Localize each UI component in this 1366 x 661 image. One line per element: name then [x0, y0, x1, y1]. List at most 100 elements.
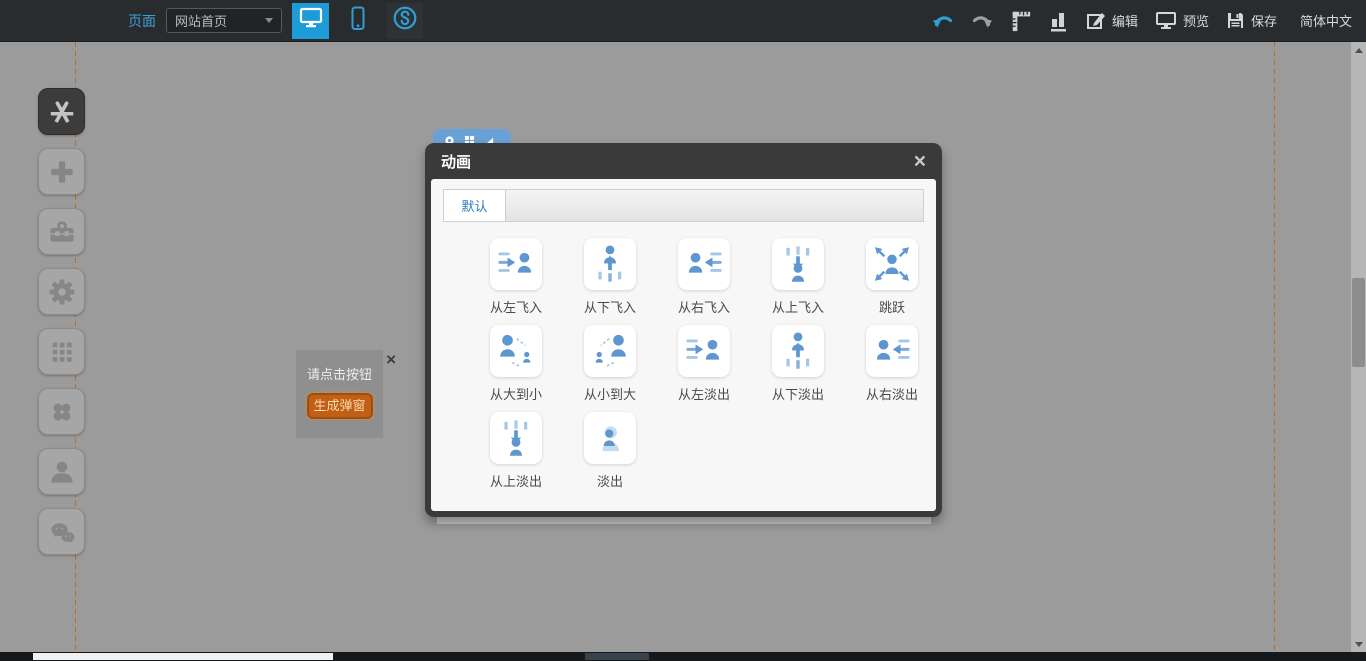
page-label: 页面	[128, 11, 156, 31]
animation-option-label: 从上飞入	[751, 297, 845, 316]
sidebar	[38, 88, 85, 555]
popup-trigger-text: 请点击按钮	[296, 364, 383, 383]
fly-in-left-icon	[490, 238, 542, 290]
animation-option-label: 从小到大	[563, 384, 657, 403]
top-toolbar: 页面 网站首页 编辑预览保存 简体中文	[0, 0, 1366, 42]
wechat-icon	[47, 517, 77, 547]
language-button[interactable]: 简体中文	[1300, 11, 1352, 30]
animation-option-big-to-small[interactable]: 从大到小	[469, 325, 563, 412]
stats-icon	[1049, 10, 1069, 32]
sidebar-item-widgets[interactable]	[38, 388, 85, 435]
animation-option-fly-in-right[interactable]: 从右飞入	[657, 238, 751, 325]
animation-option-fade-left[interactable]: 从左淡出	[657, 325, 751, 412]
toolbox-icon	[47, 217, 77, 247]
clover-icon	[47, 397, 77, 427]
edit-label: 编辑	[1112, 11, 1138, 30]
preview-icon	[1155, 11, 1177, 30]
undo-button[interactable]	[932, 12, 954, 29]
fade-bottom-icon	[772, 325, 824, 377]
monitor-icon	[299, 7, 323, 34]
appmarket-icon	[47, 97, 77, 127]
editor-window: 页面 网站首页 编辑预览保存 简体中文 请点击按钮 生成弹窗 ×	[0, 0, 1366, 661]
horizontal-scrollbar[interactable]	[0, 652, 1366, 661]
popup-trigger-element[interactable]: 请点击按钮 生成弹窗 ×	[296, 350, 383, 438]
fly-in-top-icon	[772, 238, 824, 290]
animation-option-label: 从大到小	[469, 384, 563, 403]
animation-option-fly-in-left[interactable]: 从左飞入	[469, 238, 563, 325]
grid-icon	[47, 337, 77, 367]
desktop-view-button[interactable]	[292, 3, 329, 39]
animation-dialog: 动画 × 默认 从左飞入从下飞入从右飞入从上飞入跳跃从大到小从小到大从左淡出从下…	[425, 143, 942, 517]
sidebar-item-modules[interactable]	[38, 328, 85, 375]
sidebar-item-add-module[interactable]	[38, 148, 85, 195]
scroll-down-icon[interactable]	[1355, 642, 1363, 647]
small-to-big-icon	[584, 325, 636, 377]
edit-button[interactable]: 编辑	[1086, 11, 1138, 31]
animation-option-fade-bottom[interactable]: 从下淡出	[751, 325, 845, 412]
preview-button[interactable]: 预览	[1155, 11, 1209, 30]
animation-option-fade-right[interactable]: 从右淡出	[845, 325, 936, 412]
scroll-up-icon[interactable]	[1355, 48, 1363, 53]
page-select-value: 网站首页	[175, 11, 227, 30]
jump-icon	[866, 238, 918, 290]
sidebar-item-settings[interactable]	[38, 268, 85, 315]
close-icon[interactable]: ×	[386, 351, 396, 368]
mobile-view-button[interactable]	[339, 3, 376, 39]
animation-option-label: 从下淡出	[751, 384, 845, 403]
sidebar-item-toolbox[interactable]	[38, 208, 85, 255]
dialog-header[interactable]: 动画 ×	[425, 143, 942, 179]
language-label: 简体中文	[1300, 11, 1352, 30]
stats-button[interactable]	[1049, 10, 1069, 32]
redo-button[interactable]	[971, 12, 993, 29]
toolbar-left: 页面 网站首页	[128, 3, 423, 39]
animation-option-label: 从右淡出	[845, 384, 936, 403]
animation-option-jump[interactable]: 跳跃	[845, 238, 936, 325]
dialog-body: 默认 从左飞入从下飞入从右飞入从上飞入跳跃从大到小从小到大从左淡出从下淡出从右淡…	[431, 179, 936, 511]
close-icon[interactable]: ×	[914, 151, 926, 172]
gear-icon	[47, 277, 77, 307]
animation-option-label: 跳跃	[845, 297, 936, 316]
save-button[interactable]: 保存	[1226, 11, 1277, 30]
ruler-icon	[1010, 9, 1032, 33]
plus-icon	[47, 157, 77, 187]
animation-option-fade[interactable]: 淡出	[563, 412, 657, 499]
edit-icon	[1086, 11, 1106, 31]
animation-option-label: 淡出	[563, 471, 657, 490]
right-guide-line	[1274, 42, 1275, 652]
vertical-scrollbar[interactable]	[1351, 42, 1366, 652]
animation-option-fly-in-bottom[interactable]: 从下飞入	[563, 238, 657, 325]
fade-left-icon	[678, 325, 730, 377]
toolbar-right: 编辑预览保存 简体中文	[932, 9, 1352, 33]
page-select[interactable]: 网站首页	[166, 8, 282, 33]
dialog-title: 动画	[441, 151, 471, 172]
animation-grid: 从左飞入从下飞入从右飞入从上飞入跳跃从大到小从小到大从左淡出从下淡出从右淡出从上…	[443, 222, 924, 499]
animation-option-label: 从上淡出	[469, 471, 563, 490]
sidebar-item-wechat[interactable]	[38, 508, 85, 555]
save-icon	[1226, 11, 1245, 30]
fade-top-icon	[490, 412, 542, 464]
fade-right-icon	[866, 325, 918, 377]
fly-in-bottom-icon	[584, 238, 636, 290]
animation-option-label: 从左飞入	[469, 297, 563, 316]
element-behind-modal	[437, 516, 931, 524]
horizontal-scrollbar-thumb[interactable]	[33, 653, 333, 660]
animation-option-fly-in-top[interactable]: 从上飞入	[751, 238, 845, 325]
animation-option-fade-top[interactable]: 从上淡出	[469, 412, 563, 499]
fade-icon	[584, 412, 636, 464]
animation-option-small-to-big[interactable]: 从小到大	[563, 325, 657, 412]
undo-icon	[932, 12, 954, 29]
chevron-down-icon	[265, 18, 273, 23]
link-button[interactable]	[386, 3, 423, 39]
sidebar-item-app-market[interactable]	[38, 88, 85, 135]
tab-bar: 默认	[443, 189, 924, 222]
ruler-button[interactable]	[1010, 9, 1032, 33]
fly-in-right-icon	[678, 238, 730, 290]
big-to-small-icon	[490, 325, 542, 377]
link-icon	[391, 4, 419, 37]
vertical-scrollbar-thumb[interactable]	[1352, 278, 1365, 367]
tab-default[interactable]: 默认	[444, 190, 506, 221]
generate-popup-button[interactable]: 生成弹窗	[307, 393, 373, 419]
redo-icon	[971, 12, 993, 29]
sidebar-item-member[interactable]	[38, 448, 85, 495]
animation-option-label: 从下飞入	[563, 297, 657, 316]
